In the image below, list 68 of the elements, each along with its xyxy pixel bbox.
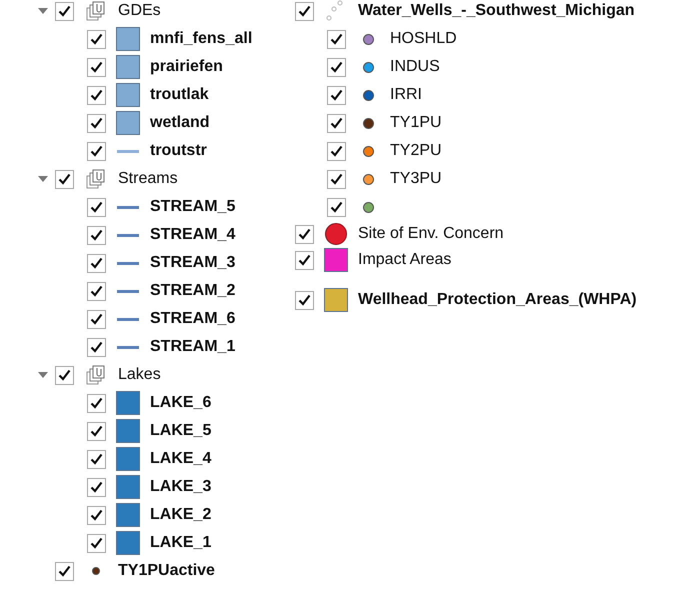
checkbox[interactable] xyxy=(87,114,106,132)
checkbox[interactable] xyxy=(87,58,106,76)
layer-name[interactable]: STREAM_4 xyxy=(150,223,236,247)
checkbox[interactable] xyxy=(87,142,106,160)
layer-name[interactable]: STREAM_1 xyxy=(150,335,236,359)
layer-name[interactable]: TY1PU xyxy=(390,111,442,135)
group-name[interactable]: GDEs xyxy=(118,0,161,23)
checkbox[interactable] xyxy=(327,198,346,216)
checkbox[interactable] xyxy=(55,170,74,188)
checkbox[interactable] xyxy=(87,534,106,552)
checkbox[interactable] xyxy=(87,478,106,496)
layer-name[interactable]: TY2PU xyxy=(390,139,442,163)
checkbox[interactable] xyxy=(295,290,314,310)
checkbox[interactable] xyxy=(87,450,106,468)
group-name[interactable]: Lakes xyxy=(118,363,161,387)
layer-name[interactable]: LAKE_5 xyxy=(150,419,212,443)
layer-name[interactable]: prairiefen xyxy=(150,55,223,79)
layer-name[interactable]: STREAM_2 xyxy=(150,279,236,303)
layer-name[interactable]: Impact Areas xyxy=(358,248,452,272)
collapse-arrow-icon[interactable] xyxy=(38,175,48,183)
checkbox[interactable] xyxy=(295,250,314,270)
checkbox[interactable] xyxy=(327,58,346,76)
layer-group-icon xyxy=(86,169,106,189)
checkbox[interactable] xyxy=(87,198,106,216)
checkbox[interactable] xyxy=(87,226,106,244)
checkbox[interactable] xyxy=(87,338,106,356)
layer-name[interactable]: TY1PUactive xyxy=(118,559,215,583)
layer-name[interactable]: IRRI xyxy=(390,83,422,107)
checkbox[interactable] xyxy=(295,2,314,20)
layer-name[interactable]: TY3PU xyxy=(390,167,442,191)
checkbox[interactable] xyxy=(87,506,106,524)
layer-name[interactable]: STREAM_3 xyxy=(150,251,236,275)
layer-name[interactable]: STREAM_6 xyxy=(150,307,236,331)
checkbox[interactable] xyxy=(55,562,74,580)
group-name[interactable]: Streams xyxy=(118,167,178,191)
checkbox[interactable] xyxy=(87,254,106,272)
layer-name[interactable]: mnfi_fens_all xyxy=(150,27,252,51)
collapse-arrow-icon[interactable] xyxy=(38,371,48,379)
checkbox[interactable] xyxy=(55,2,74,20)
checkbox[interactable] xyxy=(87,282,106,300)
checkbox[interactable] xyxy=(87,310,106,328)
layer-name[interactable]: troutlak xyxy=(150,83,209,107)
layer-name[interactable]: INDUS xyxy=(390,55,440,79)
checkbox[interactable] xyxy=(87,30,106,48)
layer-name[interactable]: Site of Env. Concern xyxy=(358,222,504,246)
layer-name[interactable]: troutstr xyxy=(150,139,207,163)
layer-name[interactable]: STREAM_5 xyxy=(150,195,236,219)
layer-name[interactable]: LAKE_3 xyxy=(150,475,212,499)
collapse-arrow-icon[interactable] xyxy=(38,7,48,15)
checkbox[interactable] xyxy=(87,394,106,412)
layer-name[interactable]: Wellhead_Protection_Areas_(WHPA) xyxy=(358,288,637,312)
checkbox[interactable] xyxy=(327,30,346,48)
checkbox[interactable] xyxy=(87,86,106,104)
checkbox[interactable] xyxy=(327,86,346,104)
layer-name[interactable]: LAKE_6 xyxy=(150,391,212,415)
checkbox[interactable] xyxy=(327,114,346,132)
checkbox[interactable] xyxy=(327,142,346,160)
layer-name[interactable]: LAKE_1 xyxy=(150,531,212,555)
checkbox[interactable] xyxy=(327,170,346,188)
checkbox[interactable] xyxy=(295,224,314,244)
layer-name[interactable]: HOSHLD xyxy=(390,27,457,51)
layer-name[interactable]: LAKE_2 xyxy=(150,503,212,527)
layer-name[interactable]: Water_Wells_-_Southwest_Michigan xyxy=(358,0,635,23)
layer-group-icon xyxy=(86,365,106,385)
checkbox[interactable] xyxy=(87,422,106,440)
checkbox[interactable] xyxy=(55,366,74,384)
layer-name[interactable]: wetland xyxy=(150,111,210,135)
layer-name[interactable]: LAKE_4 xyxy=(150,447,212,471)
